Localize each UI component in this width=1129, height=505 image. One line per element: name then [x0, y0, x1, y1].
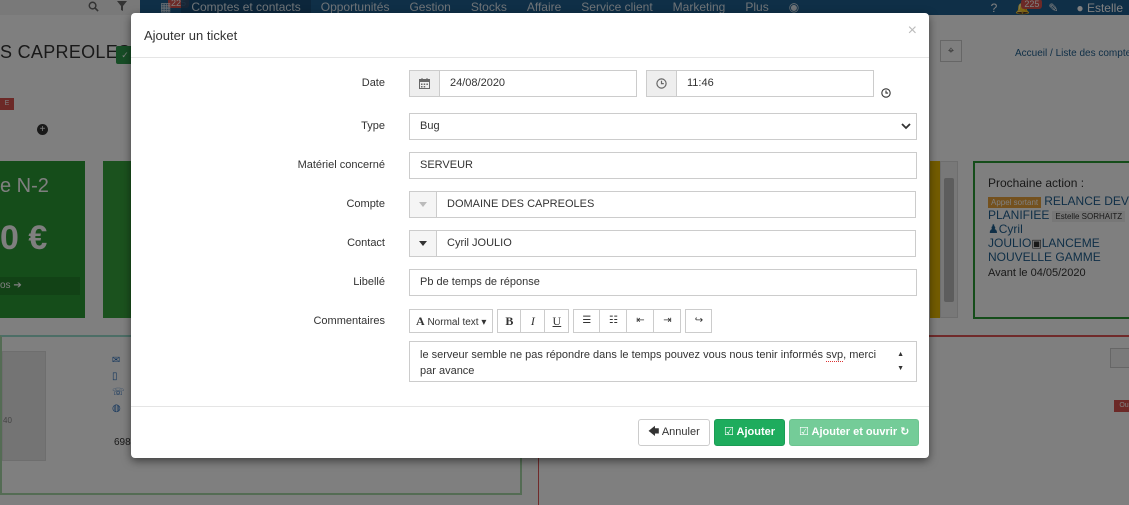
- row-materiel: Matériel concerné SERVEUR: [131, 152, 929, 179]
- compte-label: Compte: [346, 198, 385, 210]
- date-label: Date: [361, 77, 385, 89]
- link-group: ↪: [685, 309, 713, 333]
- libelle-label: Libellé: [353, 276, 385, 288]
- materiel-input[interactable]: SERVEUR: [409, 152, 917, 179]
- modal-footer: 🡄 Annuler ☑ Ajouter ☑ Ajouter et ouvrir …: [131, 406, 929, 458]
- comment-text-part1: le serveur semble ne pas répondre dans l…: [420, 349, 826, 361]
- cancel-button-label: Annuler: [661, 426, 700, 438]
- date-input[interactable]: 24/08/2020: [439, 70, 637, 97]
- add-ticket-modal: Ajouter un ticket × Date 24/08/2020 11:4…: [131, 13, 929, 458]
- numbered-list-icon[interactable]: ☷: [600, 309, 628, 333]
- list-group: ☰ ☷ ⇤ ⇥: [573, 309, 682, 333]
- row-libelle: Libellé Pb de temps de réponse: [131, 269, 929, 296]
- arrow-up-icon[interactable]: ▲: [897, 348, 904, 362]
- format-group: B I U: [497, 309, 570, 333]
- style-group: A Normal text ▾: [409, 309, 494, 333]
- chevron-down-icon: [901, 114, 911, 139]
- editor-toolbar: A Normal text ▾ B I U ☰ ☷ ⇤ ⇥ ↪: [409, 309, 716, 333]
- add-and-open-button[interactable]: ☑ Ajouter et ouvrir ↻: [789, 419, 920, 446]
- row-compte: Compte DOMAINE DES CAPREOLES: [131, 191, 929, 218]
- contact-label: Contact: [347, 237, 385, 249]
- arrow-left-icon: 🡄: [648, 426, 660, 438]
- check-square-icon: ☑: [724, 426, 734, 438]
- type-select-value: Bug: [420, 120, 440, 132]
- arrow-down-icon[interactable]: ▼: [897, 362, 904, 376]
- time-input[interactable]: 11:46: [676, 70, 874, 97]
- caret-down-icon: ▾: [481, 317, 487, 328]
- font-icon: A: [416, 314, 425, 328]
- close-icon[interactable]: ×: [908, 22, 917, 40]
- modal-header: Ajouter un ticket ×: [131, 13, 929, 58]
- commentaires-textarea[interactable]: le serveur semble ne pas répondre dans l…: [409, 341, 917, 382]
- comment-text-misspelled: svp: [826, 349, 844, 362]
- add-button-label: Ajouter: [736, 426, 776, 438]
- row-type: Type Bug: [131, 113, 929, 140]
- type-select[interactable]: Bug: [409, 113, 917, 140]
- cancel-button[interactable]: 🡄 Annuler: [638, 419, 710, 446]
- italic-button[interactable]: I: [521, 309, 546, 333]
- compte-input[interactable]: DOMAINE DES CAPREOLES: [436, 191, 916, 218]
- text-style-value: Normal text: [427, 317, 479, 328]
- clock-icon[interactable]: [646, 70, 677, 97]
- check-square-icon: ☑: [799, 426, 809, 438]
- row-date: Date 24/08/2020 11:46: [131, 70, 929, 98]
- textarea-spinner[interactable]: ▲ ▼: [897, 348, 904, 376]
- compte-dropdown-toggle[interactable]: [409, 191, 437, 218]
- modal-title: Ajouter un ticket: [144, 28, 238, 43]
- libelle-input[interactable]: Pb de temps de réponse: [409, 269, 917, 296]
- add-open-button-label: Ajouter et ouvrir: [811, 426, 898, 438]
- indent-icon[interactable]: ⇥: [654, 309, 682, 333]
- materiel-label: Matériel concerné: [297, 159, 385, 171]
- reset-time-icon[interactable]: [881, 87, 891, 101]
- calendar-icon[interactable]: [409, 70, 440, 97]
- commentaires-label: Commentaires: [313, 315, 385, 327]
- share-icon[interactable]: ↪: [685, 309, 713, 333]
- contact-dropdown-toggle[interactable]: [409, 230, 437, 257]
- type-label: Type: [361, 120, 385, 132]
- row-contact: Contact Cyril JOULIO: [131, 230, 929, 257]
- underline-button[interactable]: U: [545, 309, 570, 333]
- bold-button[interactable]: B: [497, 309, 522, 333]
- outdent-icon[interactable]: ⇤: [627, 309, 655, 333]
- refresh-icon: ↻: [900, 426, 910, 438]
- contact-input[interactable]: Cyril JOULIO: [436, 230, 916, 257]
- add-button[interactable]: ☑ Ajouter: [714, 419, 786, 446]
- text-style-select[interactable]: A Normal text ▾: [409, 309, 494, 333]
- bullet-list-icon[interactable]: ☰: [573, 309, 601, 333]
